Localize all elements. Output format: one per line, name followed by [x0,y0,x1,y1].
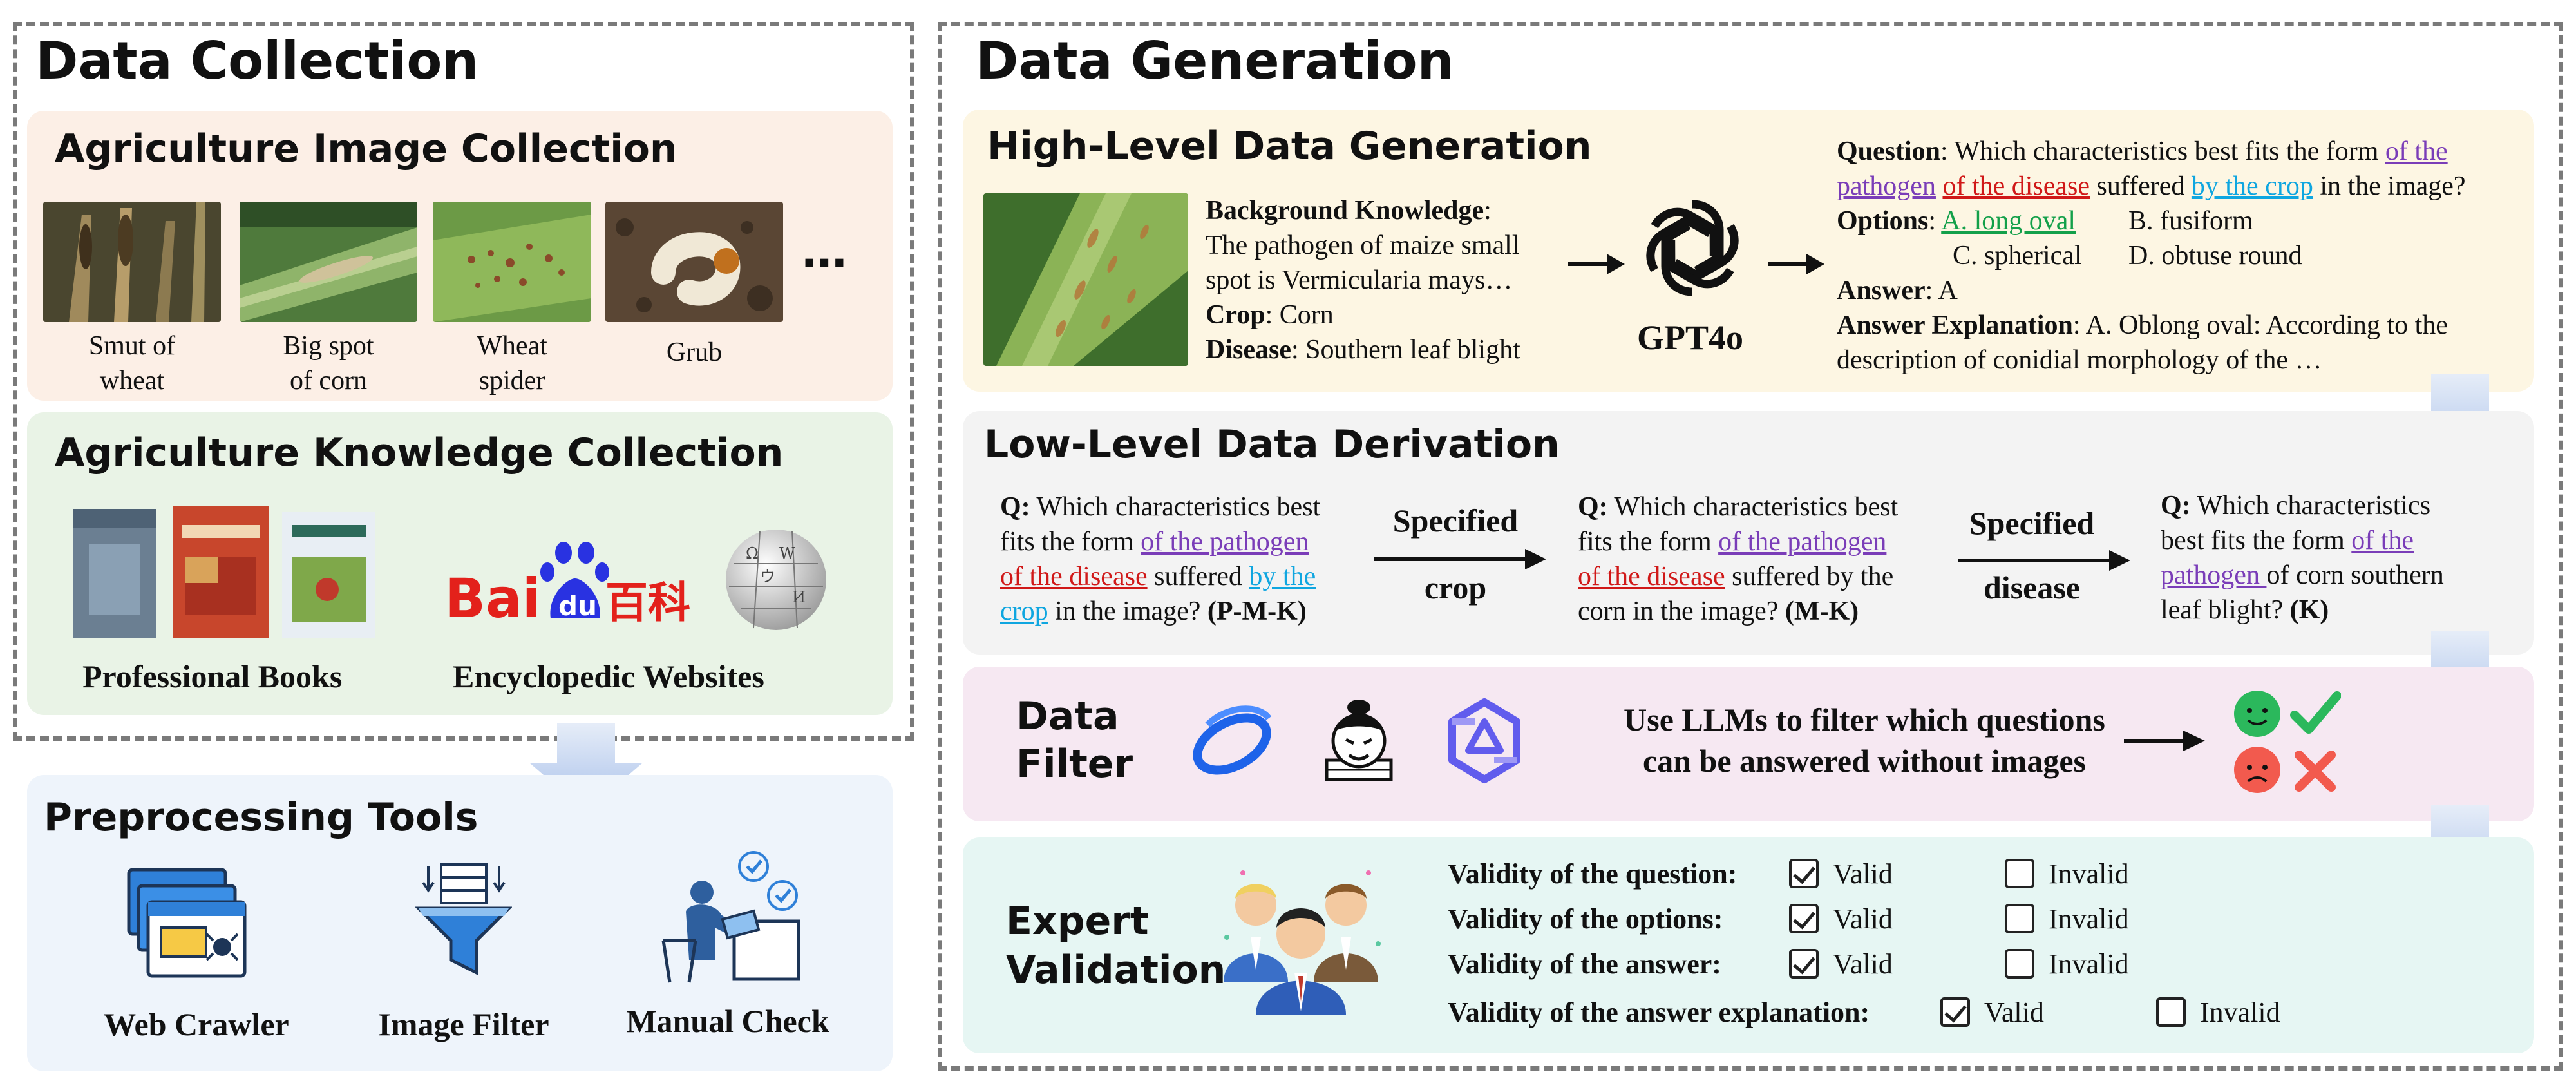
derived-question-pmk: Q: Which characteristics best fits the f… [1000,492,1321,626]
derived-question-k: Q: Which characteristics best fits the f… [2161,491,2444,625]
generated-explanation: Answer Explanation: A. Oblong oval: Acco… [1837,311,2448,375]
image-caption: Big spot of corn [283,331,374,396]
valid-checkbox[interactable] [1789,949,1819,979]
baidu-baike-logo: Bai du 百科 [444,535,702,641]
validation-row: Valid [1940,995,2044,1030]
valid-checkbox[interactable] [1789,904,1819,933]
big-spot-of-corn-image [240,202,417,322]
source-label-encyclopedic-websites: Encyclopedic Websites [453,658,764,694]
image-caption: Grub [666,338,723,367]
cross-mark-icon [2293,749,2338,797]
validation-row: Validity of the answer explanation: [1448,997,1870,1028]
validation-row: Validity of the question: [1448,858,1738,890]
validation-row: Invalid [2005,902,2129,937]
openai-logo-icon [1634,190,1750,309]
check-mark-icon [2289,688,2342,743]
step-specified-disease-label: disease [1984,569,2080,606]
samurai-model-icon [1314,696,1404,789]
more-images-ellipsis: … [802,225,847,278]
experts-group-icon [1217,860,1385,1018]
invalid-checkbox[interactable] [2005,904,2034,933]
svg-text:И: И [792,588,806,606]
arrow-right-icon [2124,728,2208,757]
image-caption: Wheat spider [477,331,547,396]
arrow-right-icon [1768,251,1826,280]
image-caption: Smut of wheat [88,331,176,396]
image-filter-icon [414,863,513,982]
arrow-right-icon [1568,251,1626,280]
validation-row: Validity of the answer: [1448,948,1721,980]
wikipedia-globe-icon: Ω WウИ [721,525,831,638]
generated-answer: Answer: A [1837,276,1958,305]
step-specified-disease: Specified [1969,505,2095,541]
doubao-model-icon [1188,699,1278,786]
generated-question-block: Question: Which characteristics best fit… [1837,137,2466,201]
validation-row: Invalid [2005,857,2129,892]
option-d: D. obtuse round [2128,241,2302,271]
expert-validation-title: Expert Validation [1006,899,1226,993]
filter-description: Use LLMs to filter which questions can be… [1624,702,2105,779]
derived-question-mk: Q: Which characteristics best fits the f… [1578,492,1899,626]
validation-row: Valid [1789,947,1893,982]
data-generation-title: Data Generation [976,31,1454,91]
tool-label-image-filter: Image Filter [378,1006,549,1042]
low-level-title: Low-Level Data Derivation [984,422,1560,467]
sad-face-icon [2231,744,2283,799]
svg-text:Ω: Ω [746,544,759,562]
corn-leaf-image [983,193,1188,366]
books-icon [70,506,379,644]
qwen-model-icon [1439,696,1530,789]
step-specified-crop: Specified [1392,502,1519,539]
image-collection-title: Agriculture Image Collection [55,126,677,171]
validation-row: Invalid [2005,947,2129,982]
smut-of-wheat-image [43,202,221,322]
happy-face-icon [2231,688,2283,743]
data-filter-title: Data Filter [1016,694,1133,787]
svg-text:W: W [779,544,795,562]
high-level-title: High-Level Data Generation [987,124,1592,169]
tool-label-web-crawler: Web Crawler [104,1006,289,1042]
data-collection-title: Data Collection [35,31,479,91]
tool-label-manual-check: Manual Check [626,1003,829,1039]
model-name-label: GPT4o [1637,318,1744,357]
invalid-checkbox[interactable] [2005,859,2034,888]
invalid-checkbox[interactable] [2156,997,2186,1027]
validation-row: Valid [1789,857,1893,892]
invalid-checkbox[interactable] [2005,949,2034,979]
svg-text:du: du [558,590,597,622]
validation-row: Invalid [2156,995,2280,1030]
knowledge-collection-title: Agriculture Knowledge Collection [55,430,784,475]
source-label-professional-books: Professional Books [82,658,343,694]
option-b: B. fusiform [2128,206,2253,236]
preprocessing-title: Preprocessing Tools [44,795,478,840]
svg-text:百科: 百科 [605,578,690,627]
grub-image [605,202,783,322]
background-knowledge-block: Background Knowledge: The pathogen of ma… [1206,196,1520,365]
step-specified-crop-label: crop [1424,569,1487,606]
valid-checkbox[interactable] [1940,997,1970,1027]
manual-check-icon [650,850,805,989]
svg-text:ウ: ウ [760,568,775,586]
wheat-spider-image [433,202,591,322]
validation-row: Valid [1789,902,1893,937]
validation-row: Validity of the options: [1448,903,1723,935]
option-c: C. spherical [1953,241,2082,271]
web-crawler-icon [126,866,248,986]
svg-text:Bai: Bai [444,567,541,630]
valid-checkbox[interactable] [1789,859,1819,888]
